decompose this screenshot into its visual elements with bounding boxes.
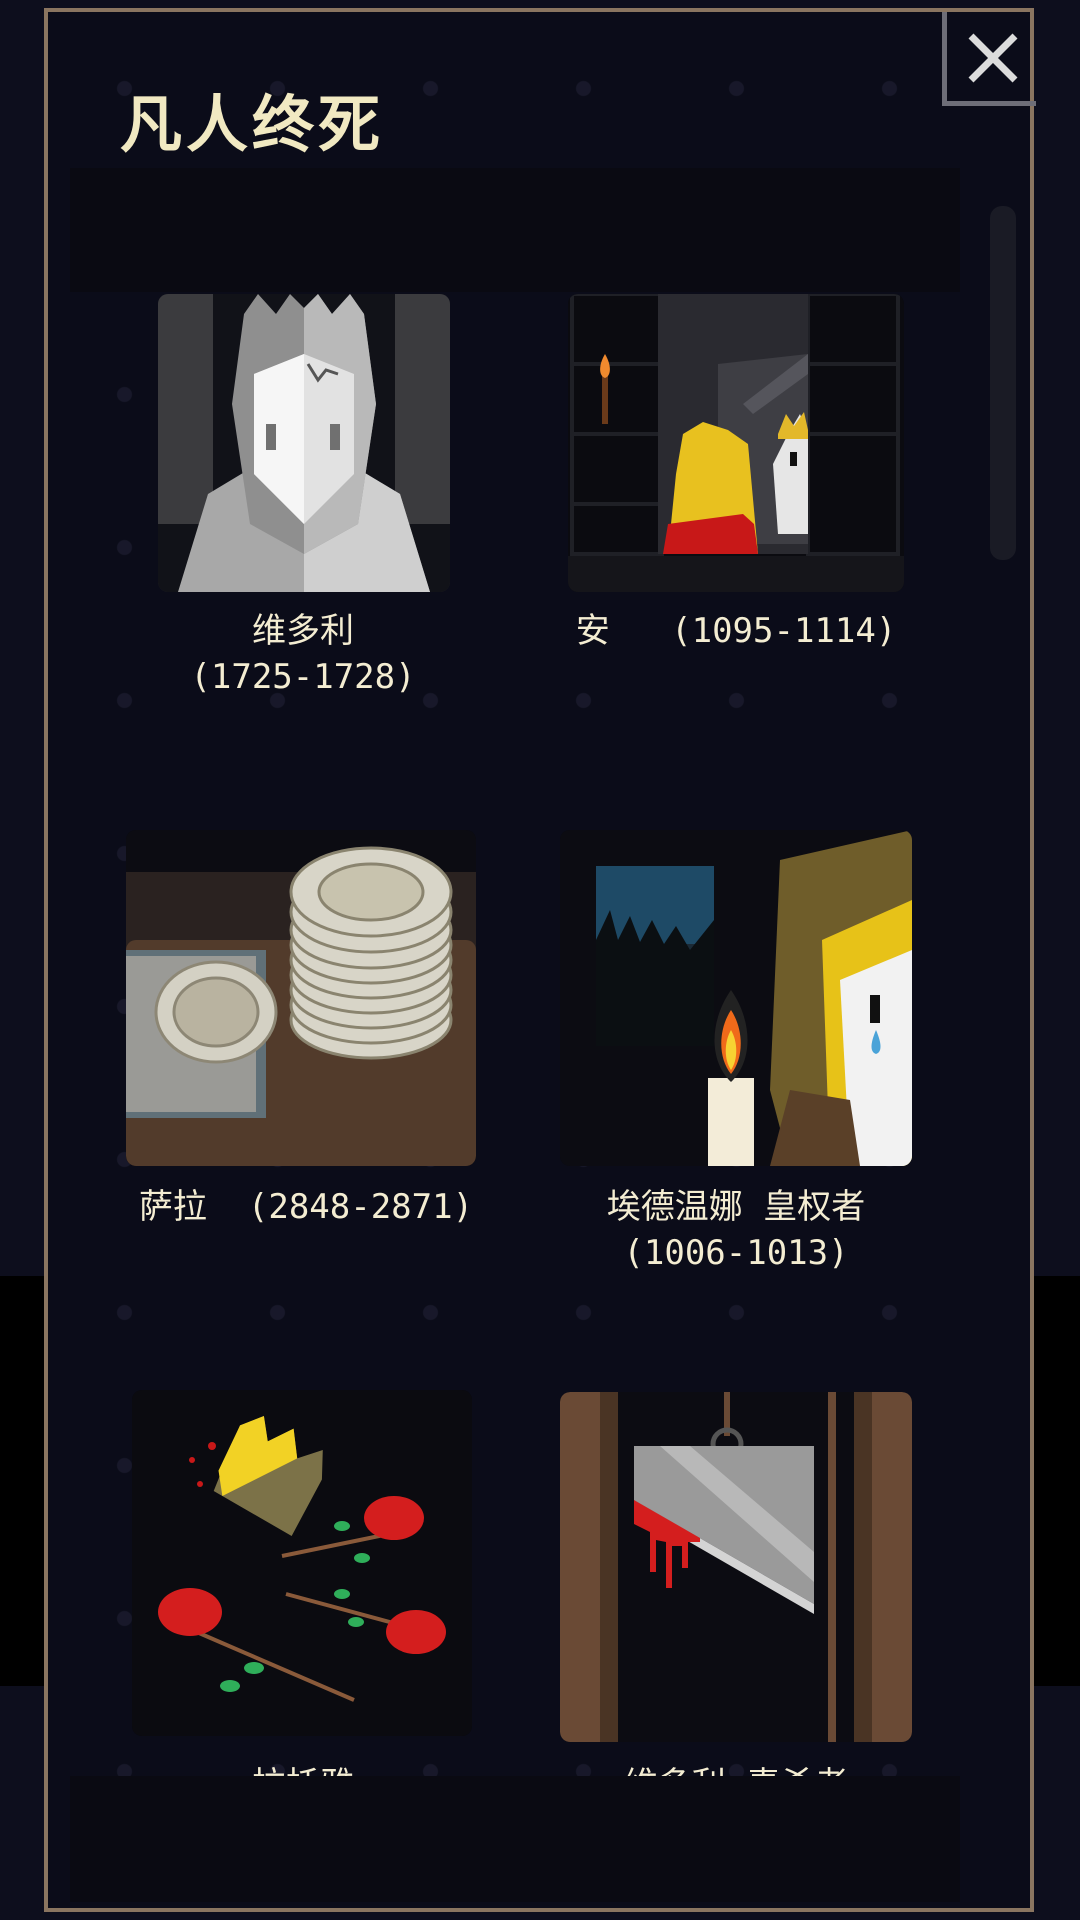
guillotine-portrait xyxy=(560,1392,912,1742)
close-icon xyxy=(968,33,1018,83)
stone-queen-portrait xyxy=(158,294,450,592)
death-name: 埃德温娜 皇权者 xyxy=(606,1187,866,1227)
dialog-title: 凡人终死 xyxy=(120,88,385,161)
scrollbar[interactable] xyxy=(990,206,1016,560)
death-name-years: 安 (1095-1114) xyxy=(575,611,897,651)
candle-weeping-portrait xyxy=(560,830,912,1166)
left-letterbox xyxy=(0,1276,44,1686)
close-button[interactable] xyxy=(942,12,1036,106)
plates-stack-portrait xyxy=(126,830,476,1166)
list-header-band xyxy=(70,168,960,292)
death-name: 维多利 xyxy=(252,611,354,651)
crown-roses-portrait xyxy=(132,1390,472,1736)
list-footer-band xyxy=(70,1776,960,1902)
mirror-skeleton-portrait xyxy=(568,294,904,592)
death-years: (1006-1013) xyxy=(623,1233,849,1273)
death-name-years: 萨拉 (2848-2871) xyxy=(138,1187,474,1227)
right-letterbox xyxy=(1034,1276,1080,1686)
death-years: (1725-1728) xyxy=(190,657,416,697)
